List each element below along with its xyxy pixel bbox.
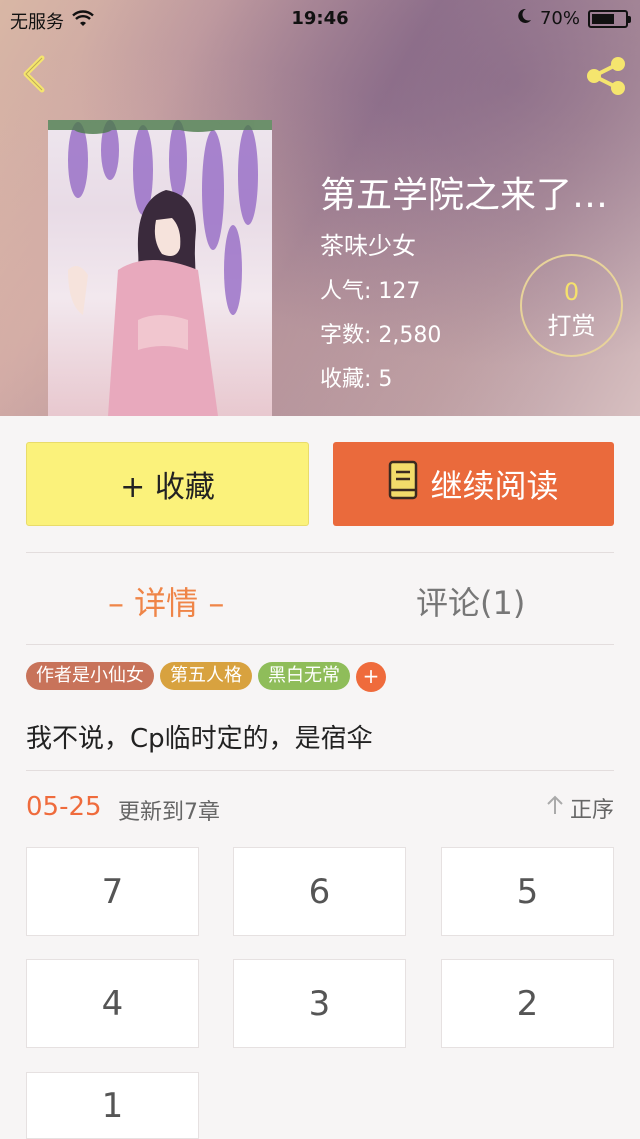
continue-reading-label: 继续阅读: [430, 467, 559, 505]
chapter-button[interactable]: 3: [233, 959, 406, 1048]
chapter-button[interactable]: 7: [26, 847, 199, 936]
chapter-button[interactable]: 1: [26, 1072, 199, 1139]
update-date: 05-25: [26, 792, 102, 822]
chapter-button[interactable]: 6: [233, 847, 406, 936]
popularity-value: 127: [378, 279, 421, 304]
divider: [26, 552, 614, 553]
book-icon: [388, 460, 418, 508]
divider: [26, 770, 614, 771]
tag-chip[interactable]: 第五人格: [160, 662, 252, 690]
add-favorite-button[interactable]: + 收藏: [26, 442, 309, 526]
book-header: 无服务 19:46 70% 第五学院之来了… 茶味少女 人气: 127 字数: …: [0, 0, 640, 416]
popularity-label: 人气:: [320, 279, 379, 304]
continue-reading-button[interactable]: 继续阅读: [333, 442, 614, 526]
moon-icon: [516, 8, 532, 29]
favorites-stat: 收藏: 5: [320, 361, 620, 393]
book-description: 我不说，Cp临时定的，是宿伞: [26, 724, 373, 754]
status-bar: 无服务 19:46 70%: [0, 0, 640, 40]
share-icon: [587, 57, 625, 95]
tab-detail[interactable]: – 详情 –: [108, 578, 224, 624]
update-summary: 更新到7章: [118, 800, 220, 825]
favorites-label: 收藏:: [320, 367, 379, 392]
sort-order-toggle[interactable]: 正序: [546, 792, 614, 824]
add-tag-button[interactable]: +: [356, 662, 386, 692]
reward-count: 0: [563, 278, 580, 306]
chapter-button[interactable]: 4: [26, 959, 199, 1048]
divider: [26, 644, 614, 645]
favorites-value: 5: [378, 367, 393, 392]
word-count-label: 字数:: [320, 323, 379, 348]
sort-order-label: 正序: [569, 798, 614, 823]
book-cover: [48, 120, 272, 416]
reward-button[interactable]: 0 打赏: [520, 254, 623, 357]
word-count-value: 2,580: [378, 323, 442, 348]
back-button[interactable]: [14, 52, 54, 96]
battery-percent: 70%: [539, 8, 580, 29]
tag-chip[interactable]: 作者是小仙女: [26, 662, 154, 690]
tag-chip[interactable]: 黑白无常: [258, 662, 350, 690]
reward-label: 打赏: [547, 312, 596, 340]
arrow-up-icon: [546, 794, 564, 822]
chapter-button[interactable]: 5: [441, 847, 614, 936]
chapter-button[interactable]: 2: [441, 959, 614, 1048]
share-button[interactable]: [582, 54, 630, 98]
add-favorite-label: + 收藏: [120, 470, 215, 505]
tab-comments[interactable]: 评论(1): [416, 578, 525, 624]
book-title: 第五学院之来了…: [320, 175, 609, 216]
tag-list: 作者是小仙女 第五人格 黑白无常 +: [26, 662, 386, 692]
battery-icon: [588, 9, 631, 28]
